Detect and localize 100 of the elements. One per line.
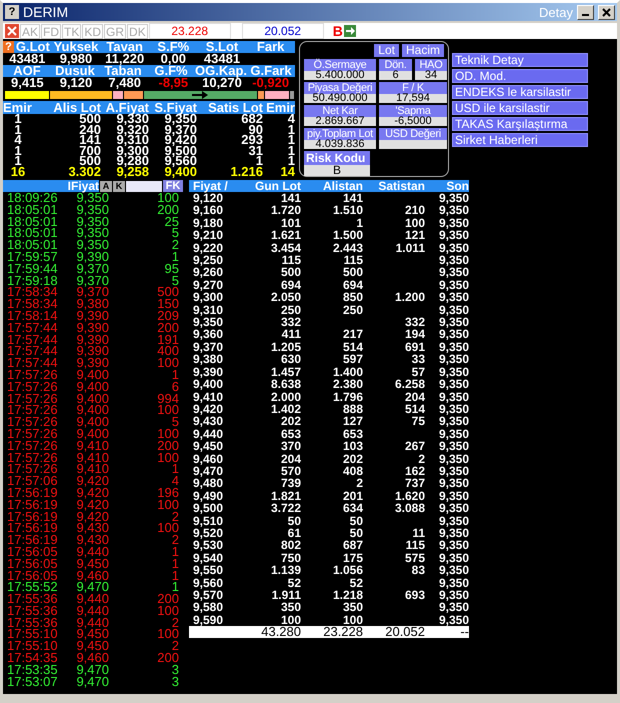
table-cell-text: 500 [280, 266, 301, 279]
trade-time: 17:59:44 [7, 262, 59, 275]
table-cell-text: 9,390 [192, 366, 224, 378]
column-header: G.F% [153, 65, 189, 77]
table-cell-text: 162 [404, 464, 425, 478]
trade-time: 17:57:44 [7, 357, 59, 369]
arrow-icon[interactable] [344, 25, 356, 37]
menu-item[interactable]: TAKAS Karşılaştırma [452, 117, 588, 131]
trade-price: 9,400 [75, 392, 109, 404]
trade-time: 18:05:01 [7, 204, 59, 216]
table-cell-text: 9,550 [192, 564, 224, 577]
column-header: Fiyat / [192, 180, 229, 192]
stat-value: 9,980 [60, 53, 92, 65]
table-cell-text: 9,480 [192, 477, 224, 490]
table-cell-text: 9,470 [192, 464, 224, 478]
total-cell-text: 20.052 [384, 626, 425, 638]
menu-item[interactable]: USD ile karsilastir [452, 101, 588, 115]
close-icon[interactable] [5, 24, 19, 38]
trade-price: 9,440 [75, 546, 109, 558]
table-cell-text: 850 [342, 291, 363, 304]
table-cell-text: 634 [342, 502, 363, 515]
toggle-button[interactable]: Hacim [402, 44, 444, 57]
table-cell-text: 9,440 [192, 428, 224, 440]
trade-lot: 994 [156, 392, 179, 404]
table-cell-text: 9,530 [192, 539, 224, 552]
help-button[interactable]: ? [5, 5, 19, 19]
field-label: Ö.Sermaye [304, 59, 376, 71]
column-header: IFiyat [3, 180, 99, 192]
table-cell-text: 1.056 [332, 564, 363, 577]
table-cell-text: 9,350 [438, 278, 469, 292]
trade-price: 9,470 [75, 664, 109, 676]
table-cell-text: 9,220 [192, 242, 224, 254]
table-cell-text: 31 [248, 146, 263, 156]
trade-price: 9,390 [75, 250, 109, 263]
sort-button[interactable]: K [113, 180, 125, 192]
trade-time: 17:56:19 [7, 486, 59, 499]
table-cell-text: 737 [404, 477, 425, 490]
column-header: Alistan [322, 180, 363, 192]
menu-item[interactable]: ENDEKS le karsilastir [452, 85, 588, 99]
table-cell-text: 9,350 [438, 216, 469, 230]
filter-field[interactable] [126, 180, 162, 192]
trade-lot: 2 [172, 616, 179, 628]
table-cell-text: 9,350 [438, 304, 469, 316]
table-cell-text: 4 [13, 135, 23, 146]
menu-item[interactable]: Sirket Haberleri [452, 133, 588, 147]
column-header: Emir [3, 101, 33, 114]
table-cell-text: 2.443 [332, 242, 363, 254]
trade-time: 18:05:01 [7, 216, 59, 228]
trade-lot: 100 [156, 498, 179, 511]
menu-item[interactable]: Teknik Detay [452, 53, 588, 67]
column-header: Tavan [105, 41, 143, 53]
trade-price: 9,460 [75, 652, 109, 664]
trade-lot: 200 [156, 440, 179, 452]
stat-value: 10,270 [202, 77, 242, 89]
trade-price: 9,370 [75, 274, 109, 286]
table-cell-text: 1 [286, 135, 295, 146]
filter-button[interactable]: FK [163, 180, 183, 192]
menu-item[interactable]: OD. Mod. [452, 69, 588, 83]
table-cell-text: 8.638 [270, 378, 301, 390]
table-cell-text: 9,350 [438, 440, 469, 453]
trade-lot: 1 [172, 581, 179, 594]
total-cell-text: 23.228 [322, 626, 363, 638]
field-value: 5.400.000 [304, 71, 376, 80]
table-cell-text: 100 [342, 614, 363, 626]
trade-lot: 150 [156, 298, 179, 310]
stat-value: 11,220 [105, 53, 146, 65]
total-cell-text: 9,258 [115, 166, 149, 178]
table-cell-text: 9,270 [192, 278, 224, 292]
table-cell-text: 9,350 [438, 254, 469, 266]
table-cell-text: 9,450 [192, 440, 224, 453]
table-cell-text: 9,300 [192, 291, 224, 304]
toggle-button[interactable]: Lot [374, 44, 399, 57]
trade-price: 9,420 [75, 498, 109, 511]
table-cell-text: 9,350 [438, 291, 469, 304]
column-header: Satis Lot [207, 101, 263, 114]
table-cell-text: 9,360 [192, 328, 224, 341]
sort-button[interactable]: A [100, 180, 112, 192]
side-label: B [332, 23, 343, 39]
table-cell-text: 332 [280, 316, 301, 328]
trade-price: 9,420 [75, 510, 109, 522]
trade-time: 17:55:36 [7, 616, 59, 628]
help-button[interactable]: ? [3, 41, 14, 53]
minimize-button[interactable] [577, 4, 594, 20]
table-cell-text: 9,420 [163, 135, 197, 146]
table-cell-text: 9,350 [438, 266, 469, 279]
table-cell-text: 202 [280, 415, 301, 428]
trade-time: 17:57:44 [7, 334, 59, 346]
column-header: Emir [265, 101, 295, 114]
trade-lot: 1 [170, 558, 179, 570]
table-cell-text: 9,350 [438, 601, 469, 614]
trade-price: 9,350 [75, 239, 109, 251]
column-header: Satistan [377, 180, 425, 192]
trade-time: 17:57:26 [7, 452, 59, 464]
stat-value: 7,480 [108, 77, 142, 89]
total-cell-text: 16 [10, 166, 26, 178]
table-cell-text: 9,180 [192, 216, 224, 230]
table-cell-text: 332 [404, 316, 425, 328]
table-cell-text: 6.258 [394, 378, 425, 390]
trade-price: 9,420 [75, 486, 109, 499]
close-button[interactable] [598, 4, 615, 20]
